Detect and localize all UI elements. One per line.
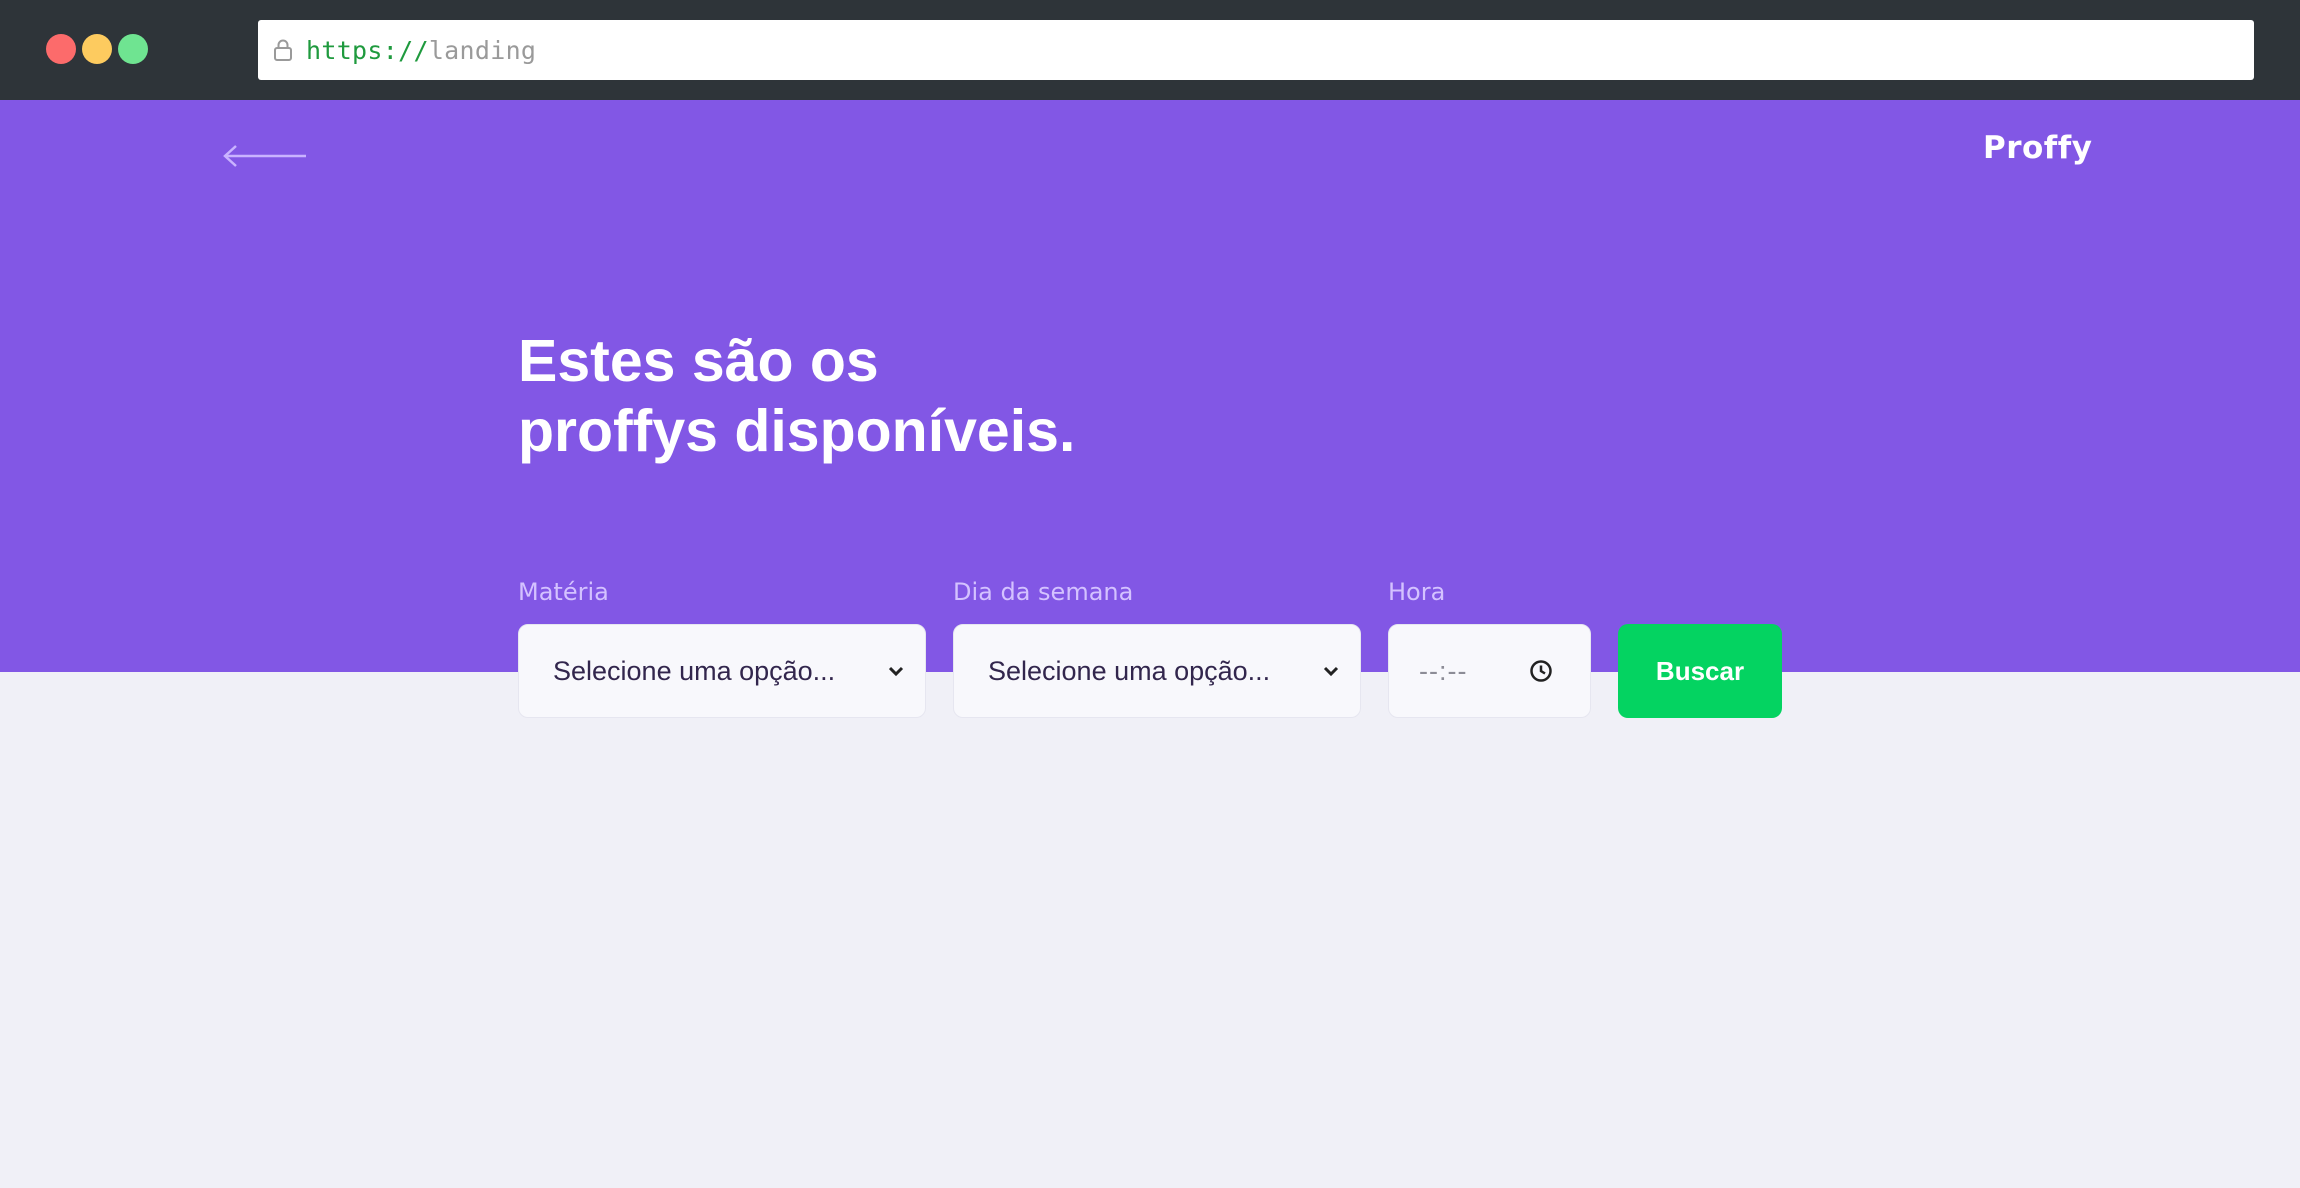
url-scheme: https:// <box>306 35 429 65</box>
weekday-select-value: Selecione uma opção... <box>988 655 1271 686</box>
minimize-window-button[interactable] <box>82 34 112 64</box>
subject-select[interactable]: Selecione uma opção... <box>518 624 926 718</box>
page-title-line-1: Estes são os <box>518 328 879 394</box>
url-path: landing <box>428 35 537 65</box>
page-title: Estes são os proffys disponíveis. <box>518 326 1238 466</box>
close-window-button[interactable] <box>46 34 76 64</box>
clock-icon[interactable] <box>1528 658 1554 684</box>
arrow-left-icon[interactable] <box>222 144 308 168</box>
url-text: https://landing <box>306 36 536 65</box>
lock-icon <box>274 39 292 61</box>
weekday-select[interactable]: Selecione uma opção... <box>953 624 1361 718</box>
page-title-line-2: proffys disponíveis. <box>518 398 1076 464</box>
time-input-value: --:-- <box>1419 655 1468 686</box>
page-header: Proffy Estes são os proffys disponíveis. <box>0 100 2300 672</box>
address-bar[interactable]: https://landing <box>258 20 2254 80</box>
chevron-down-icon <box>1323 666 1339 677</box>
chevron-down-icon <box>888 666 904 677</box>
time-label: Hora <box>1388 578 1446 606</box>
weekday-label: Dia da semana <box>953 578 1134 606</box>
page: Proffy Estes são os proffys disponíveis.… <box>0 100 2300 1188</box>
subject-label: Matéria <box>518 578 609 606</box>
time-input[interactable]: --:-- <box>1388 624 1591 718</box>
search-button[interactable]: Buscar <box>1618 624 1782 718</box>
maximize-window-button[interactable] <box>118 34 148 64</box>
browser-chrome: https://landing <box>0 0 2300 100</box>
logo[interactable]: Proffy <box>1983 130 2093 166</box>
subject-select-value: Selecione uma opção... <box>553 655 836 686</box>
